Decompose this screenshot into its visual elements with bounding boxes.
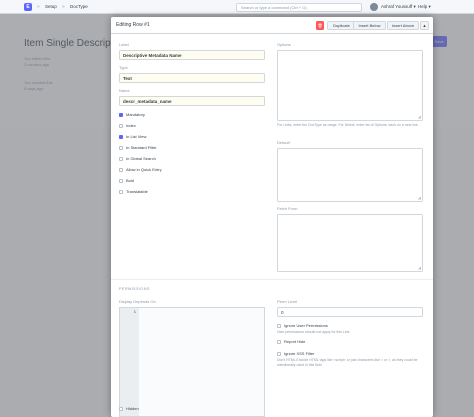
resize-handle-icon[interactable]: ◢: [418, 115, 421, 119]
user-name: Ashraf Youssuff: [381, 4, 413, 9]
permissions-section-title: PERMISSIONS: [119, 287, 150, 291]
edited-info: You edited this 2 minutes ago: [24, 56, 50, 68]
search-input[interactable]: Search or type a command (Ctrl + G): [236, 2, 362, 12]
checkbox-label: Index: [126, 123, 136, 128]
chevron-down-icon: ▾: [413, 4, 416, 9]
checkbox-box[interactable]: [119, 178, 123, 183]
code-gutter: 1: [120, 308, 139, 416]
perm-level-label: Perm Level: [277, 299, 298, 304]
created-info: You created this 5 days ago: [24, 80, 53, 92]
ignore-user-permissions-help: User permissions should not apply for th…: [277, 330, 351, 334]
display-depends-on-label: Display Depends On: [119, 299, 156, 304]
trash-icon: 🗑: [317, 23, 323, 28]
resize-handle-icon[interactable]: ◢: [418, 266, 421, 270]
index-checkbox[interactable]: Index: [119, 123, 136, 128]
checkbox-box[interactable]: [119, 134, 123, 139]
perm-level-input[interactable]: 0: [277, 307, 423, 317]
ignore-user-permissions-checkbox[interactable]: Ignore User Permissions: [277, 323, 328, 328]
avatar[interactable]: [370, 3, 378, 11]
in-list-view-checkbox[interactable]: In List View: [119, 134, 146, 139]
checkbox-box[interactable]: [119, 145, 123, 150]
type-select[interactable]: Text: [119, 73, 265, 83]
checkbox-label: In Standard Filter: [126, 145, 157, 150]
insert-above-button[interactable]: Insert Above: [387, 21, 419, 30]
label-field-label: Label: [119, 42, 129, 47]
checkbox-label: Mandatory: [126, 112, 145, 117]
checkbox-box[interactable]: [119, 189, 123, 194]
display-depends-on-editor[interactable]: 1: [119, 307, 265, 417]
top-navbar: E > Setup > DocType Search or type a com…: [0, 0, 474, 14]
checkbox-label: Bold: [126, 178, 135, 183]
app-logo[interactable]: E: [24, 3, 32, 11]
help-menu[interactable]: Help ▾: [418, 4, 431, 10]
type-field-label: Type: [119, 65, 128, 70]
checkbox-label: Ignore XSS Filter: [284, 351, 315, 356]
help-label: Help: [418, 4, 428, 9]
breadcrumb-setup[interactable]: Setup: [45, 4, 57, 9]
label-input[interactable]: Descriptive Metadata Name: [119, 50, 265, 60]
save-button: Save: [431, 36, 447, 47]
breadcrumb-doctype[interactable]: DocType: [70, 4, 88, 9]
bold-checkbox[interactable]: Bold: [119, 178, 134, 183]
hidden-checkbox[interactable]: Hidden: [119, 406, 139, 411]
insert-below-button[interactable]: Insert Below: [353, 21, 386, 30]
in-global-search-checkbox[interactable]: In Global Search: [119, 156, 156, 161]
section-divider: [111, 279, 433, 280]
user-menu[interactable]: Ashraf Youssuff ▾: [381, 4, 416, 10]
default-textarea[interactable]: ◢: [277, 148, 423, 202]
checkbox-box[interactable]: [119, 112, 123, 117]
in-standard-filter-checkbox[interactable]: In Standard Filter: [119, 145, 157, 150]
name-input[interactable]: descr_metadata_name: [119, 96, 265, 106]
translatable-checkbox[interactable]: Translatable: [119, 189, 148, 194]
line-number: 1: [133, 309, 136, 314]
checkbox-label: Ignore User Permissions: [284, 323, 328, 328]
resize-handle-icon[interactable]: ◢: [418, 196, 421, 200]
collapse-icon[interactable]: ▲: [420, 21, 429, 30]
breadcrumb-separator: >: [62, 4, 65, 9]
duplicate-button[interactable]: Duplicate: [327, 21, 356, 30]
checkbox-box[interactable]: [119, 406, 123, 411]
fetch-from-label: Fetch From: [277, 206, 298, 211]
checkbox-box[interactable]: [119, 156, 123, 161]
options-label: Options: [277, 42, 291, 47]
checkbox-label: Report Hide: [284, 339, 306, 344]
checkbox-box[interactable]: [277, 339, 281, 344]
edit-row-modal: Editing Row #1 🗑 Duplicate Insert Below …: [111, 17, 433, 417]
checkbox-label: Allow in Quick Entry: [126, 167, 162, 172]
checkbox-label: In List View: [126, 134, 147, 139]
modal-title: Editing Row #1: [116, 22, 150, 28]
fetch-from-textarea[interactable]: ◢: [277, 214, 423, 272]
created-line-2: 5 days ago: [24, 86, 44, 91]
checkbox-box[interactable]: [119, 123, 123, 128]
name-field-label: Name: [119, 88, 130, 93]
ignore-xss-filter-help: Don't HTML Encode HTML tags like <script…: [277, 358, 418, 367]
options-textarea[interactable]: ◢: [277, 50, 423, 121]
checkbox-label: Hidden: [126, 406, 139, 411]
mandatory-checkbox[interactable]: Mandatory: [119, 112, 145, 117]
delete-row-button[interactable]: 🗑: [316, 21, 324, 30]
ignore-xss-filter-checkbox[interactable]: Ignore XSS Filter: [277, 351, 314, 356]
checkbox-box[interactable]: [119, 167, 123, 172]
checkbox-label: In Global Search: [126, 156, 156, 161]
breadcrumb-separator: >: [37, 4, 40, 9]
allow-quick-entry-checkbox[interactable]: Allow in Quick Entry: [119, 167, 162, 172]
checkbox-label: Translatable: [126, 189, 148, 194]
report-hide-checkbox[interactable]: Report Hide: [277, 339, 305, 344]
checkbox-box[interactable]: [277, 351, 281, 356]
checkbox-box[interactable]: [277, 323, 281, 328]
default-label: Default: [277, 140, 290, 145]
edited-line-2: 2 minutes ago: [24, 62, 50, 67]
chevron-down-icon: ▾: [428, 4, 431, 9]
options-help-text: For Links, enter the DocType as range. F…: [277, 123, 419, 127]
modal-header: Editing Row #1 🗑 Duplicate Insert Below …: [111, 17, 433, 34]
